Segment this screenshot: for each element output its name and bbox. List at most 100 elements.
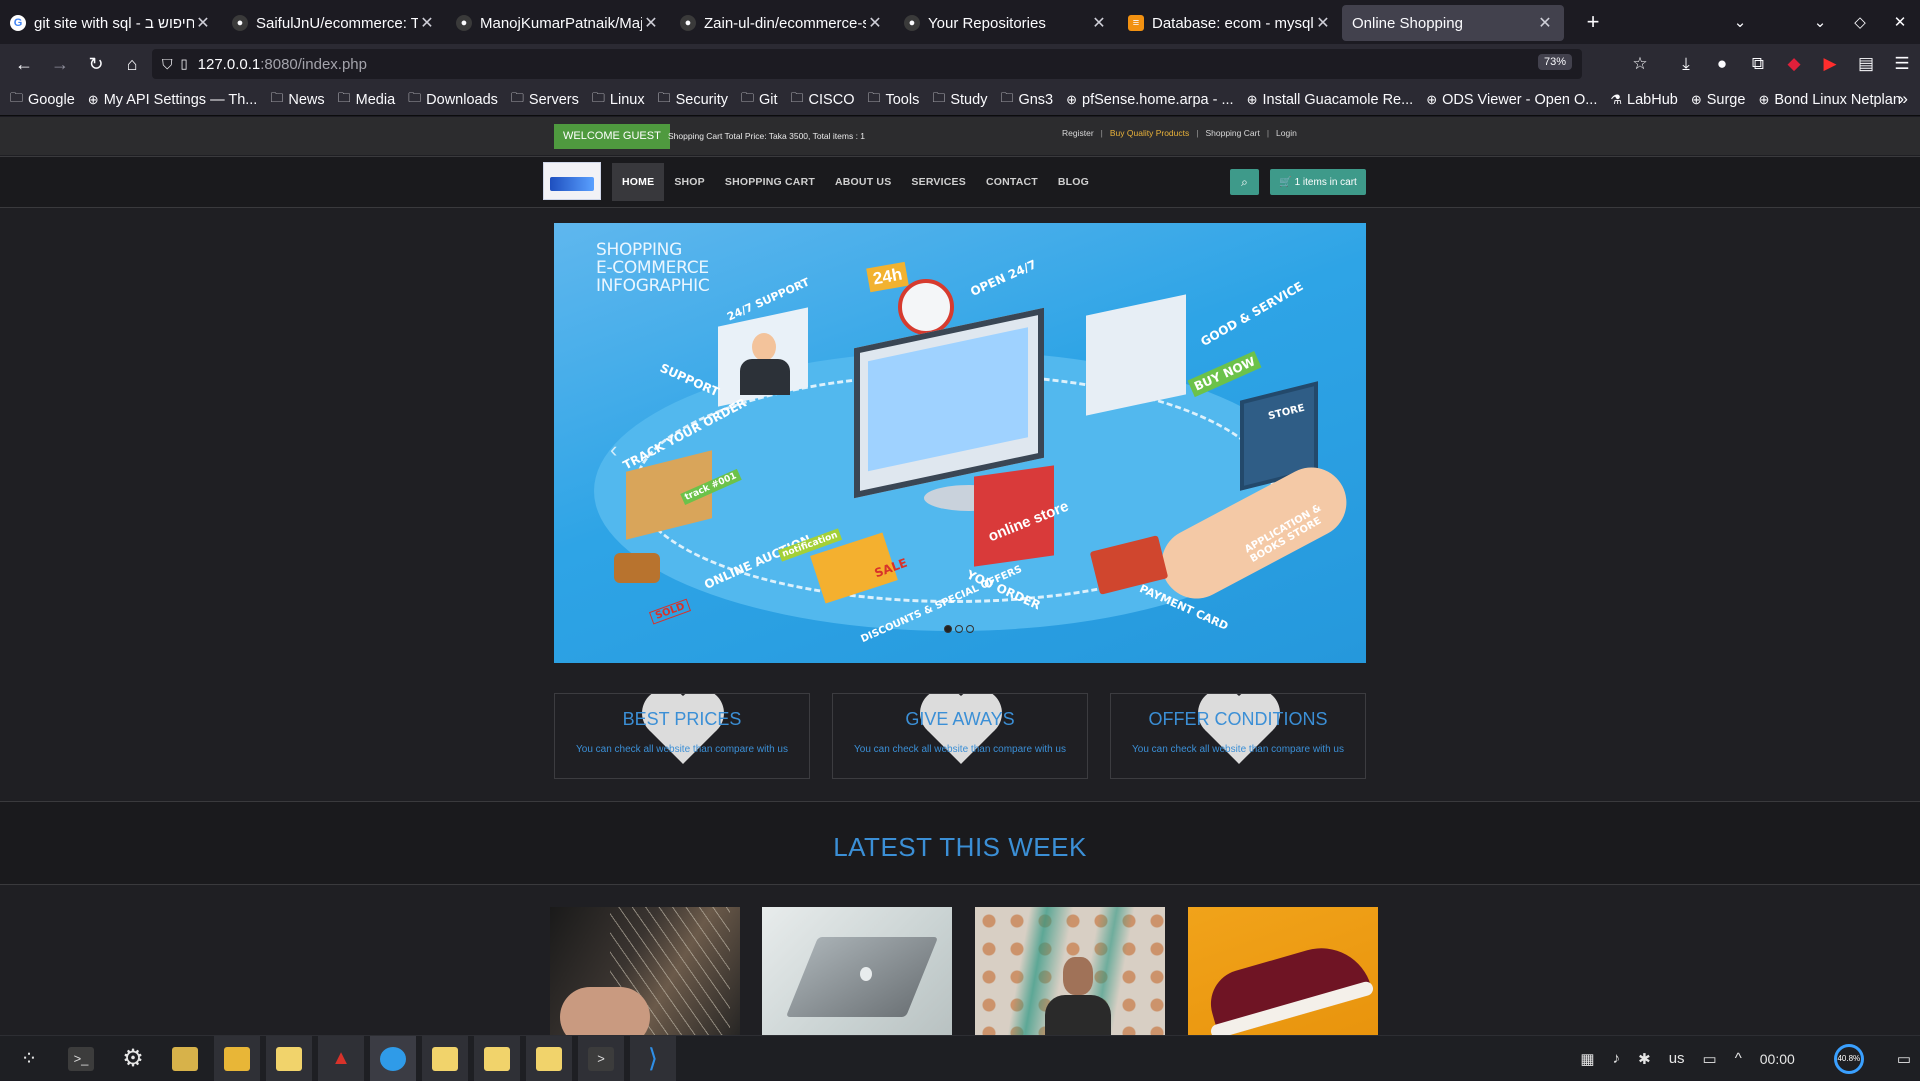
nav-shop[interactable]: SHOP [664,163,715,201]
zoom-level[interactable]: 73% [1537,54,1572,70]
bookmark-item[interactable]: 🗀 Tools [867,89,919,111]
bookmark-item[interactable]: 🗀 Linux [592,89,645,111]
bookmark-item[interactable]: 🗀 Git [741,89,778,111]
close-window-icon[interactable]: ✕ [1880,13,1920,31]
bookmark-item[interactable]: ⊕ Install Guacamole Re... [1247,92,1414,108]
nav-shopping-cart[interactable]: SHOPPING CART [715,163,825,201]
clock[interactable]: 00:00 [1760,1051,1795,1067]
bluetooth-icon[interactable]: ✱ [1638,1050,1651,1068]
youtube-icon[interactable]: ▶ [1812,54,1848,74]
bookmark-item[interactable]: 🗀 Gns3 [1000,89,1053,111]
browser-tab-active[interactable]: Online Shopping ✕ [1342,5,1564,41]
hero-slider[interactable]: SHOPPING E-COMMERCE INFOGRAPHIC 24h onli… [554,223,1366,663]
volume-icon[interactable]: ♪ [1613,1050,1621,1067]
network-icon[interactable]: ▭ [1703,1050,1717,1068]
buy-quality-link[interactable]: Buy Quality Products [1110,128,1189,138]
notes-icon[interactable] [162,1036,208,1081]
cart-button[interactable]: 🛒 1 items in cart [1270,169,1366,195]
product-sneaker-image[interactable] [1188,907,1378,1035]
notes-icon[interactable]: ▤ [1848,54,1884,74]
terminal-icon[interactable]: > [578,1036,624,1081]
clipboard-icon[interactable]: ▦ [1580,1050,1594,1068]
register-link[interactable]: Register [1062,128,1094,138]
shield-icon[interactable]: ⛉ [162,56,173,73]
bookmark-item[interactable]: 🗀 News [270,89,324,111]
browser-icon[interactable] [370,1036,416,1081]
bookmark-item[interactable]: ⊕ pfSense.home.arpa - ... [1066,92,1233,108]
chevron-up-icon[interactable]: ^ [1735,1050,1742,1067]
keyboard-layout[interactable]: us [1669,1050,1685,1067]
launcher-icon[interactable]: ⁘ [6,1036,52,1081]
url-bar[interactable]: ⛉ ▯ 127.0.0.1:8080/index.php 73% [152,49,1582,79]
nav-services[interactable]: SERVICES [901,163,976,201]
browser-tab[interactable]: ● Zain-ul-din/ecommerce-site ✕ [670,5,894,41]
close-icon[interactable]: ✕ [642,13,660,33]
text-editor-icon[interactable] [422,1036,468,1081]
forward-icon[interactable]: → [42,54,78,75]
bookmark-item[interactable]: 🗀 Downloads [408,89,498,111]
product-guitar-image[interactable] [550,907,740,1035]
product-laptop-image[interactable] [762,907,952,1035]
text-editor-icon[interactable] [526,1036,572,1081]
nav-home[interactable]: HOME [612,163,665,201]
nav-contact[interactable]: CONTACT [976,163,1048,201]
downloads-icon[interactable]: ⤓ [1668,54,1704,74]
browser-tab[interactable]: ● Your Repositories ✕ [894,5,1118,41]
settings-icon[interactable]: ⚙ [110,1036,156,1081]
terminal-icon[interactable]: >_ [58,1036,104,1081]
show-desktop-icon[interactable]: ▭ [1897,1050,1911,1068]
text-editor-icon[interactable] [266,1036,312,1081]
new-tab-icon[interactable]: + [1578,9,1608,35]
reload-icon[interactable]: ↻ [78,54,114,75]
close-icon[interactable]: ✕ [866,13,884,33]
profile-icon[interactable]: ● [1704,54,1740,74]
bookmark-item[interactable]: ⊕ My API Settings — Th... [88,92,258,108]
bookmark-item[interactable]: 🗀 Security [658,89,728,111]
lighthouse-icon[interactable]: ▲ [318,1036,364,1081]
star-icon[interactable]: ☆ [1622,54,1658,74]
bookmark-item[interactable]: 🗀 CISCO [791,89,855,111]
ublock-icon[interactable]: ◆ [1776,54,1812,74]
list-tabs-icon[interactable]: ⌄ [1720,13,1760,31]
browser-tab[interactable]: G git site with sql - חיפוש ב-Google ✕ [0,5,222,41]
bookmark-item[interactable]: 🗀 Google [10,89,75,111]
browser-tab[interactable]: ● ManojKumarPatnaik/Major ✕ [446,5,670,41]
url-text[interactable]: 127.0.0.1:8080/index.php [198,56,367,73]
home-icon[interactable]: ⌂ [114,54,150,75]
bookmark-item[interactable]: ⊕ ODS Viewer - Open O... [1426,92,1597,108]
bookmark-item[interactable]: 🗀 Servers [511,89,579,111]
minimize-icon[interactable]: ⌄ [1800,13,1840,31]
nav-blog[interactable]: BLOG [1048,163,1099,201]
close-icon[interactable]: ✕ [1314,13,1332,33]
bookmark-item[interactable]: 🗀 Study [932,89,987,111]
extensions-icon[interactable]: ⧉ [1740,54,1776,74]
files-icon[interactable] [214,1036,260,1081]
close-icon[interactable]: ✕ [1090,13,1108,33]
text-editor-icon[interactable] [474,1036,520,1081]
product-man-image[interactable] [975,907,1165,1035]
bookmark-item[interactable]: ⊕ Surge [1691,92,1746,108]
shopping-cart-link[interactable]: Shopping Cart [1205,128,1259,138]
close-icon[interactable]: ✕ [418,13,436,33]
vscode-icon[interactable]: ⟩ [630,1036,676,1081]
search-button[interactable]: ⌕ [1230,169,1259,195]
login-link[interactable]: Login [1276,128,1297,138]
cpu-monitor[interactable]: 40.8% [1833,1043,1864,1074]
browser-tab[interactable]: ≡ Database: ecom - mysqlse ✕ [1118,5,1342,41]
slider-dot[interactable] [966,625,974,633]
bookmark-item[interactable]: ⚗ LabHub [1610,92,1677,108]
slider-prev-icon[interactable]: ‹ [610,437,617,463]
bookmark-item[interactable]: ⊕ Bond Linux Netplan [1758,92,1900,108]
more-bookmarks-icon[interactable]: » [1899,89,1908,109]
nav-about-us[interactable]: ABOUT US [825,163,901,201]
site-logo[interactable] [543,162,601,200]
menu-icon[interactable]: ☰ [1884,54,1920,74]
browser-tab[interactable]: ● SaifulJnU/ecommerce: This ✕ [222,5,446,41]
close-icon[interactable]: ✕ [1536,13,1554,33]
restore-icon[interactable]: ◇ [1840,13,1880,31]
slider-dot[interactable] [955,625,963,633]
slider-dot[interactable] [944,625,952,633]
close-icon[interactable]: ✕ [194,13,212,33]
bookmark-item[interactable]: 🗀 Media [338,89,396,111]
back-icon[interactable]: ← [6,54,42,75]
